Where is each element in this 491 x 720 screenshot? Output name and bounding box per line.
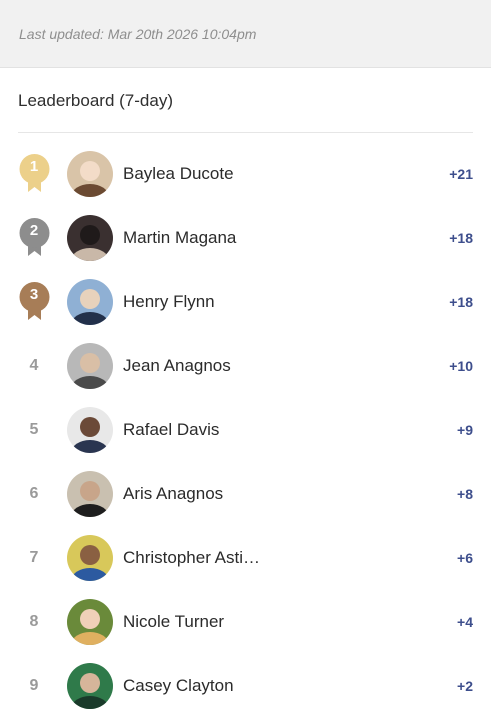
leaderboard-panel: Leaderboard (7-day) 1 Baylea Ducote +21 2 Ma… [0,68,491,718]
leaderboard-title: Leaderboard (7-day) [18,91,173,110]
score-delta: +21 [449,166,473,182]
leaderboard-row[interactable]: 7 Christopher Asti… +6 [18,526,473,590]
rank-cell: 7 [18,538,50,578]
rank-number: 9 [29,677,39,694]
rank-cell: 8 [18,602,50,642]
player-name[interactable]: Nicole Turner [123,612,273,632]
leaderboard-row[interactable]: 1 Baylea Ducote +21 [18,142,473,206]
rank-cell: 1 [18,154,50,194]
leaderboard-row[interactable]: 9 Casey Clayton +2 [18,654,473,718]
player-name[interactable]: Baylea Ducote [123,164,273,184]
rank-number: 3 [29,286,39,303]
silver-medal-icon: 2 [19,218,50,258]
player-name[interactable]: Henry Flynn [123,292,273,312]
avatar-photo-icon[interactable] [67,663,113,709]
player-name[interactable]: Aris Anagnos [123,484,273,504]
player-name[interactable]: Jean Anagnos [123,356,273,376]
last-updated-bar: Last updated: Mar 20th 2026 10:04pm [0,0,491,68]
avatar-photo-icon[interactable] [67,151,113,197]
score-delta: +8 [457,486,473,502]
avatar-photo-icon[interactable] [67,343,113,389]
rank-number: 2 [29,222,39,239]
rank-number: 5 [29,421,39,438]
player-name[interactable]: Rafael Davis [123,420,273,440]
leaderboard-row[interactable]: 6 Aris Anagnos +8 [18,462,473,526]
avatar-photo-icon[interactable] [67,535,113,581]
avatar-photo-icon[interactable] [67,407,113,453]
rank-number: 6 [29,485,39,502]
player-name[interactable]: Christopher Asti… [123,548,273,568]
divider [18,132,473,133]
rank-number: 4 [29,357,39,374]
avatar-photo-icon[interactable] [67,599,113,645]
rank-cell: 4 [18,346,50,386]
last-updated-text: Last updated: Mar 20th 2026 10:04pm [19,25,257,42]
leaderboard-row[interactable]: 2 Martin Magana +18 [18,206,473,270]
bronze-medal-icon: 3 [19,282,50,322]
rank-cell: 6 [18,474,50,514]
score-delta: +9 [457,422,473,438]
player-name[interactable]: Martin Magana [123,228,273,248]
rank-number: 7 [29,549,39,566]
rank-number: 1 [29,158,39,175]
score-delta: +2 [457,678,473,694]
rank-cell: 2 [18,218,50,258]
leaderboard-row[interactable]: 4 Jean Anagnos +10 [18,334,473,398]
score-delta: +4 [457,614,473,630]
score-delta: +10 [449,358,473,374]
rank-cell: 5 [18,410,50,450]
score-delta: +18 [449,294,473,310]
leaderboard-row[interactable]: 8 Nicole Turner +4 [18,590,473,654]
rank-cell: 3 [18,282,50,322]
score-delta: +18 [449,230,473,246]
leaderboard-row[interactable]: 3 Henry Flynn +18 [18,270,473,334]
avatar-photo-icon[interactable] [67,471,113,517]
leaderboard-list: 1 Baylea Ducote +21 2 Martin Magana +18 3 Henry… [18,142,473,718]
avatar-photo-icon[interactable] [67,215,113,261]
avatar-photo-icon[interactable] [67,279,113,325]
gold-medal-icon: 1 [19,154,50,194]
score-delta: +6 [457,550,473,566]
player-name[interactable]: Casey Clayton [123,676,273,696]
rank-number: 8 [29,613,39,630]
rank-cell: 9 [18,666,50,706]
leaderboard-row[interactable]: 5 Rafael Davis +9 [18,398,473,462]
